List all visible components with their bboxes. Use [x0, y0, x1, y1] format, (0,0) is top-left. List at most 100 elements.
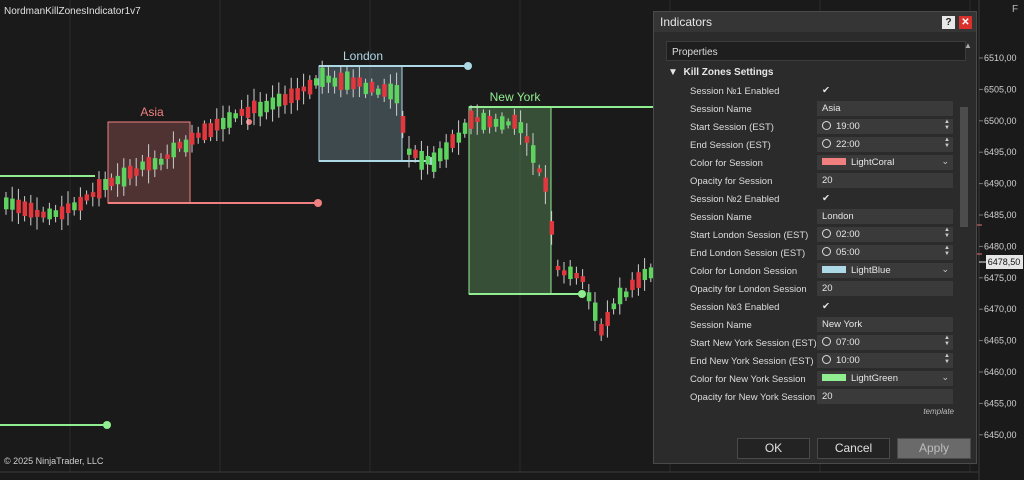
text-input[interactable]: 20 — [817, 281, 953, 296]
candle-body — [59, 206, 65, 220]
properties-header[interactable]: Properties — [666, 41, 966, 61]
property-value: 07:00 — [836, 337, 860, 348]
color-swatch — [822, 374, 846, 381]
property-row[interactable]: End Session (EST) 22:00 ▲ ▼ — [668, 136, 958, 154]
property-label: Session Name — [690, 212, 752, 223]
ok-button[interactable]: OK — [737, 438, 810, 459]
color-select[interactable]: LightGreen ⌄ — [817, 371, 953, 386]
color-swatch — [822, 158, 846, 165]
spinner-icon[interactable]: ▲ ▼ — [944, 335, 950, 347]
property-row[interactable]: Opacity for Session 20 — [668, 172, 958, 190]
apply-button[interactable]: Apply — [897, 438, 971, 459]
text-input[interactable]: 20 — [817, 173, 953, 188]
candle-body — [301, 86, 307, 92]
candle-body — [537, 168, 542, 173]
chevron-down-icon[interactable]: ⌄ — [941, 372, 949, 383]
property-value: 22:00 — [836, 139, 860, 150]
time-input[interactable]: 07:00 ▲ ▼ — [817, 335, 953, 350]
group-header-kill-zones[interactable]: ▼ Kill Zones Settings — [668, 67, 773, 78]
color-select[interactable]: LightCoral ⌄ — [817, 155, 953, 170]
time-input[interactable]: 05:00 ▲ ▼ — [817, 245, 953, 260]
candle-body — [270, 97, 276, 110]
time-input[interactable]: 22:00 ▲ ▼ — [817, 137, 953, 152]
candle-body — [72, 202, 77, 211]
candle-body — [227, 112, 232, 128]
candle-body — [493, 118, 499, 127]
property-value: London — [822, 211, 854, 222]
property-row[interactable]: Color for Session LightCoral ⌄ — [668, 154, 958, 172]
time-input[interactable]: 10:00 ▲ ▼ — [817, 353, 953, 368]
color-select[interactable]: LightBlue ⌄ — [817, 263, 953, 278]
indicators-dialog: Indicators ? ✕ Properties ▲ ▼ Kill Zones… — [653, 11, 977, 464]
help-icon[interactable]: ? — [942, 15, 955, 29]
candle-body — [419, 151, 424, 170]
property-row[interactable]: End New York Session (EST) 10:00 ▲ ▼ — [668, 352, 958, 370]
text-input[interactable]: Asia — [817, 101, 953, 116]
cancel-button[interactable]: Cancel — [817, 438, 890, 459]
time-input[interactable]: 02:00 ▲ ▼ — [817, 227, 953, 242]
property-row[interactable]: Session Name London — [668, 208, 958, 226]
candle-body — [190, 132, 195, 145]
spinner-icon[interactable]: ▲ ▼ — [944, 245, 950, 257]
text-input[interactable]: New York — [817, 317, 953, 332]
scrollbar-thumb[interactable] — [960, 107, 968, 227]
property-row[interactable]: Session №1 Enabled ✔ — [668, 82, 958, 100]
property-value: ✔ — [822, 301, 830, 312]
candle-body — [363, 82, 369, 95]
property-row[interactable]: Opacity for New York Session 20 — [668, 388, 958, 406]
candle-body — [524, 136, 530, 143]
property-row[interactable]: Start Session (EST) 19:00 ▲ ▼ — [668, 118, 958, 136]
text-input[interactable]: 20 — [817, 389, 953, 404]
candle-body — [332, 77, 338, 87]
price-axis-label: 6455,00 — [984, 398, 1017, 408]
property-grid: Session №1 Enabled ✔ Session Name Asia Start… — [668, 82, 958, 406]
property-value: 10:00 — [836, 355, 860, 366]
property-row[interactable]: Color for London Session LightBlue ⌄ — [668, 262, 958, 280]
property-row[interactable]: Session №2 Enabled ✔ — [668, 190, 958, 208]
candle-body — [90, 192, 96, 197]
dialog-titlebar[interactable]: Indicators ? ✕ — [654, 12, 976, 32]
close-icon[interactable]: ✕ — [959, 15, 972, 29]
property-row[interactable]: Session Name New York — [668, 316, 958, 334]
collapse-triangle-icon[interactable]: ▼ — [668, 67, 678, 78]
candle-body — [35, 210, 40, 217]
scroll-up-icon[interactable]: ▲ — [964, 41, 974, 61]
spinner-icon[interactable]: ▲ ▼ — [944, 119, 950, 131]
template-link[interactable]: template — [923, 407, 954, 416]
spinner-icon[interactable]: ▲ ▼ — [944, 353, 950, 365]
property-row[interactable]: Color for New York Session LightGreen ⌄ — [668, 370, 958, 388]
enabled-checkbox[interactable]: ✔ — [817, 191, 953, 206]
candle-body — [593, 302, 598, 321]
property-row[interactable]: Start New York Session (EST) 07:00 ▲ ▼ — [668, 334, 958, 352]
chevron-down-icon[interactable]: ⌄ — [941, 156, 949, 167]
chevron-down-icon[interactable]: ⌄ — [941, 264, 949, 275]
property-value: 05:00 — [836, 247, 860, 258]
candle-body — [605, 312, 610, 326]
property-value: New York — [822, 319, 863, 330]
candle-body — [444, 142, 449, 160]
property-row[interactable]: Session Name Asia — [668, 100, 958, 118]
candle-body — [338, 72, 344, 91]
candle-body — [531, 145, 536, 163]
text-input[interactable]: London — [817, 209, 953, 224]
candle-body — [10, 198, 15, 210]
candle-body — [314, 78, 319, 86]
candle-body — [258, 101, 263, 117]
property-row[interactable]: End London Session (EST) 05:00 ▲ ▼ — [668, 244, 958, 262]
spinner-icon[interactable]: ▲ ▼ — [944, 137, 950, 149]
price-axis-label: 6480,00 — [984, 241, 1017, 251]
candle-body — [617, 287, 623, 305]
candle-body — [146, 157, 152, 171]
enabled-checkbox[interactable]: ✔ — [817, 299, 953, 314]
property-row[interactable]: Opacity for London Session 20 — [668, 280, 958, 298]
property-label: End London Session (EST) — [690, 248, 806, 259]
property-row[interactable]: Session №3 Enabled ✔ — [668, 298, 958, 316]
property-row[interactable]: Start London Session (EST) 02:00 ▲ ▼ — [668, 226, 958, 244]
candle-body — [233, 113, 238, 119]
time-input[interactable]: 19:00 ▲ ▼ — [817, 119, 953, 134]
zone-label-asia: Asia — [140, 105, 164, 119]
candle-body — [97, 179, 102, 199]
enabled-checkbox[interactable]: ✔ — [817, 83, 953, 98]
candle-body — [22, 201, 28, 217]
spinner-icon[interactable]: ▲ ▼ — [944, 227, 950, 239]
